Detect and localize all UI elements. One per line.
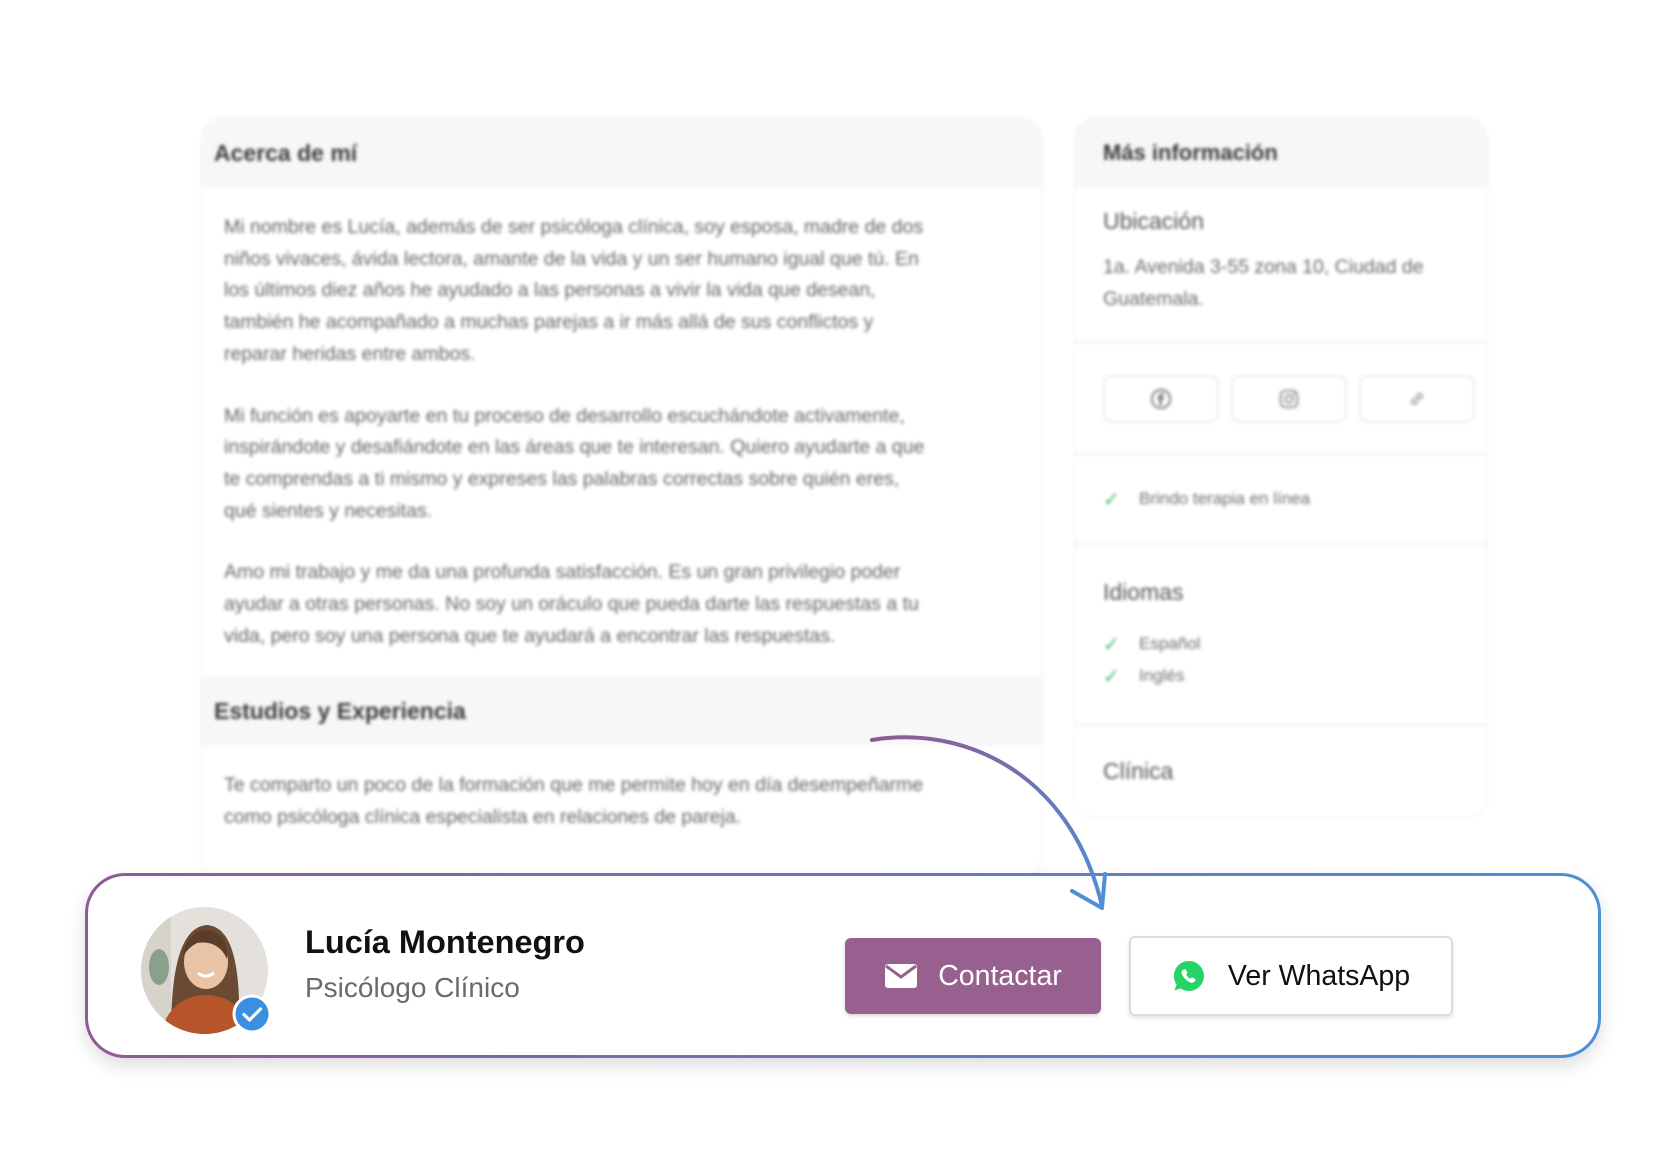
languages-section: Idiomas ✓ Español ✓ Inglés	[1075, 545, 1487, 726]
instagram-button[interactable]	[1231, 375, 1347, 423]
verified-badge-icon	[232, 994, 272, 1034]
location-section: Ubicación 1a. Avenida 3-55 zona 10, Ciud…	[1075, 188, 1487, 343]
contact-button-label: Contactar	[938, 959, 1062, 992]
whatsapp-icon	[1173, 960, 1204, 991]
clinic-title: Clínica	[1103, 758, 1174, 784]
link-icon	[1411, 392, 1423, 406]
about-heading: Acerca de mí	[202, 118, 1042, 188]
facebook-button[interactable]	[1103, 375, 1219, 423]
online-therapy-section: ✓ Brindo terapia en línea	[1075, 455, 1487, 545]
profile-role: Psicólogo Clínico	[305, 972, 520, 1003]
profile-name: Lucía Montenegro	[305, 924, 585, 960]
whatsapp-button-label: Ver WhatsApp	[1227, 959, 1411, 992]
website-link-button[interactable]	[1359, 375, 1475, 423]
language-item: ✓ Inglés	[1103, 665, 1185, 688]
contact-bar: Lucía Montenegro Psicólogo Clínico Conta…	[85, 873, 1601, 1058]
check-icon: ✓	[1103, 633, 1120, 656]
envelope-icon	[885, 964, 918, 988]
facebook-icon	[1150, 388, 1172, 410]
online-therapy-text: Brindo terapia en línea	[1139, 489, 1311, 508]
whatsapp-button[interactable]: Ver WhatsApp	[1129, 936, 1453, 1016]
location-title: Ubicación	[1103, 208, 1204, 234]
studies-text: Te comparto un poco de la formación que …	[224, 774, 924, 829]
more-info-card: Más información Ubicación 1a. Avenida 3-…	[1075, 118, 1487, 818]
social-section	[1075, 343, 1487, 455]
instagram-icon	[1279, 389, 1299, 409]
about-paragraph: Mi nombre es Lucía, además de ser psicól…	[224, 216, 924, 365]
contact-button[interactable]: Contactar	[845, 938, 1101, 1014]
location-text: 1a. Avenida 3-55 zona 10, Ciudad de Guat…	[1103, 256, 1424, 310]
check-icon: ✓	[1103, 665, 1120, 688]
language-item: ✓ Español	[1103, 633, 1201, 656]
about-paragraph: Amo mi trabajo y me da una profunda sati…	[224, 561, 919, 647]
studies-heading: Estudios y Experiencia	[202, 676, 1042, 747]
more-info-heading: Más información	[1075, 118, 1487, 188]
check-icon: ✓	[1103, 488, 1120, 511]
about-card: Acerca de mí Mi nombre es Lucía, además …	[202, 118, 1042, 878]
about-paragraph: Mi función es apoyarte en tu proceso de …	[224, 404, 925, 522]
languages-title: Idiomas	[1103, 579, 1184, 605]
